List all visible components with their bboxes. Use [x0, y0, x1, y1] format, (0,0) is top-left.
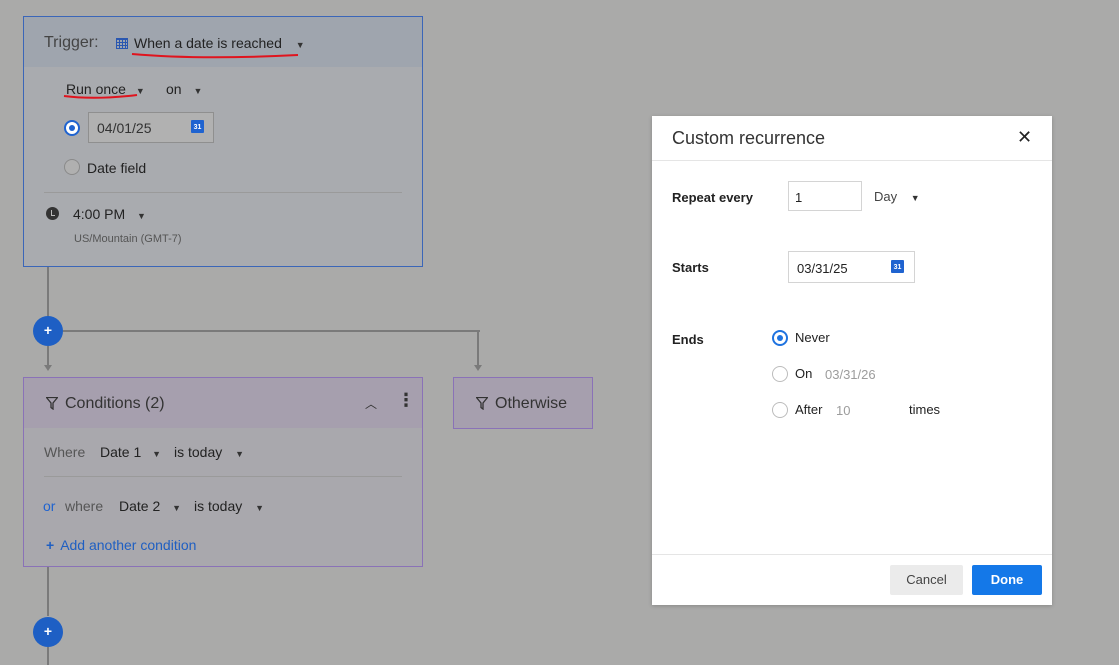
calendar-icon[interactable]: 31 — [191, 120, 204, 133]
done-button[interactable]: Done — [972, 565, 1042, 595]
trigger-card: Trigger: When a date is reached ▼ Run on… — [23, 16, 423, 267]
trigger-type-value: When a date is reached — [134, 35, 282, 51]
caret-down-icon: ▼ — [235, 449, 245, 459]
calendar-icon[interactable]: 31 — [891, 260, 904, 273]
dialog-title: Custom recurrence — [672, 128, 826, 148]
run-once-select[interactable]: Run once ▼ — [66, 81, 145, 97]
conditions-title: Conditions (2) — [65, 395, 165, 412]
ends-label: Ends — [672, 332, 704, 347]
caret-down-icon: ▼ — [172, 503, 182, 513]
run-once-value: Run once — [66, 81, 126, 97]
condition-field-select[interactable]: Date 1 ▼ — [100, 444, 161, 460]
flow-line — [47, 346, 49, 366]
or-connector-link[interactable]: or — [43, 498, 55, 514]
custom-recurrence-dialog: Custom recurrence ✕ Repeat every 1 Day ▼… — [652, 116, 1052, 605]
caret-down-icon: ▼ — [135, 86, 145, 96]
caret-down-icon: ▼ — [152, 449, 162, 459]
otherwise-card[interactable]: Otherwise — [453, 377, 593, 429]
repeat-interval-input[interactable]: 1 — [788, 181, 862, 211]
caret-down-icon: ▼ — [295, 40, 305, 50]
condition-prefix: where — [65, 498, 104, 514]
plus-icon: + — [46, 537, 55, 553]
ends-on-radio[interactable] — [772, 366, 788, 382]
condition-operator-select[interactable]: is today ▼ — [194, 498, 264, 514]
trigger-header: Trigger: When a date is reached ▼ — [24, 17, 422, 67]
date-field-radio[interactable] — [64, 159, 80, 175]
condition-field-value: Date 1 — [100, 444, 142, 460]
repeat-unit-value: Day — [874, 189, 898, 204]
condition-operator-select[interactable]: is today ▼ — [174, 444, 244, 460]
flow-line — [47, 567, 49, 616]
starts-date-value: 03/31/25 — [797, 261, 848, 276]
starts-date-input[interactable]: 03/31/25 31 — [788, 251, 915, 283]
trigger-label: Trigger: — [44, 34, 99, 51]
caret-down-icon: ▼ — [193, 86, 203, 96]
otherwise-title: Otherwise — [495, 395, 568, 412]
repeat-unit-select[interactable]: Day ▼ — [874, 189, 920, 204]
divider — [652, 160, 1052, 161]
condition-prefix: Where — [44, 444, 86, 460]
caret-down-icon: ▼ — [137, 211, 146, 221]
plus-icon: + — [43, 322, 53, 338]
ends-never-label: Never — [795, 330, 830, 345]
arrow-down-icon — [44, 365, 52, 371]
flow-line — [477, 330, 479, 368]
flow-line — [47, 267, 49, 317]
clock-icon — [46, 207, 59, 220]
trigger-type-select[interactable]: When a date is reached ▼ — [116, 35, 305, 51]
starts-label: Starts — [672, 260, 709, 275]
ends-after-count-input[interactable]: 10 — [836, 403, 850, 418]
repeat-interval-value: 1 — [795, 190, 803, 205]
add-condition-link[interactable]: + Add another condition — [46, 537, 196, 553]
close-icon[interactable]: ✕ — [1017, 127, 1032, 148]
filter-icon — [46, 397, 58, 410]
ends-never-radio[interactable] — [772, 330, 788, 346]
time-select[interactable]: 4:00 PM ▼ — [73, 206, 146, 222]
condition-operator-value: is today — [194, 498, 243, 514]
divider — [652, 554, 1052, 555]
caret-down-icon: ▼ — [910, 193, 920, 203]
ends-on-date-input[interactable]: 03/31/26 — [825, 367, 876, 382]
flow-line — [47, 647, 49, 665]
arrow-down-icon — [474, 365, 482, 371]
repeat-every-label: Repeat every — [672, 190, 753, 205]
calendar-icon — [116, 38, 128, 49]
plus-icon: + — [43, 623, 53, 639]
divider — [44, 476, 402, 477]
trigger-date-input[interactable]: 04/01/25 31 — [88, 112, 214, 143]
add-condition-label: Add another condition — [60, 537, 197, 553]
divider — [44, 192, 402, 193]
ends-after-label: After — [795, 402, 823, 417]
ends-after-times-label: times — [909, 402, 941, 417]
conditions-card: Conditions (2) ︿ ⋮ Where Date 1 ▼ is tod… — [23, 377, 423, 567]
cancel-button[interactable]: Cancel — [890, 565, 963, 595]
condition-operator-value: is today — [174, 444, 223, 460]
ends-on-label: On — [795, 366, 813, 381]
time-value: 4:00 PM — [73, 206, 126, 222]
filter-icon — [476, 397, 488, 410]
add-step-button[interactable]: + — [33, 316, 63, 346]
kebab-menu-icon[interactable]: ⋮ — [397, 391, 415, 409]
chevron-up-icon[interactable]: ︿ — [365, 395, 377, 412]
condition-field-select[interactable]: Date 2 ▼ — [119, 498, 181, 514]
ends-after-radio[interactable] — [772, 402, 788, 418]
caret-down-icon: ▼ — [255, 503, 265, 513]
add-step-button[interactable]: + — [33, 617, 63, 647]
on-value: on — [166, 81, 182, 97]
conditions-header: Conditions (2) ︿ ⋮ — [24, 378, 422, 428]
flow-branch-line — [63, 330, 480, 332]
timezone-label: US/Mountain (GMT-7) — [74, 233, 182, 245]
trigger-date-value: 04/01/25 — [97, 120, 152, 136]
specific-date-radio[interactable] — [64, 120, 80, 136]
condition-field-value: Date 2 — [119, 498, 161, 514]
on-select[interactable]: on ▼ — [166, 81, 202, 97]
date-field-label: Date field — [87, 160, 147, 176]
